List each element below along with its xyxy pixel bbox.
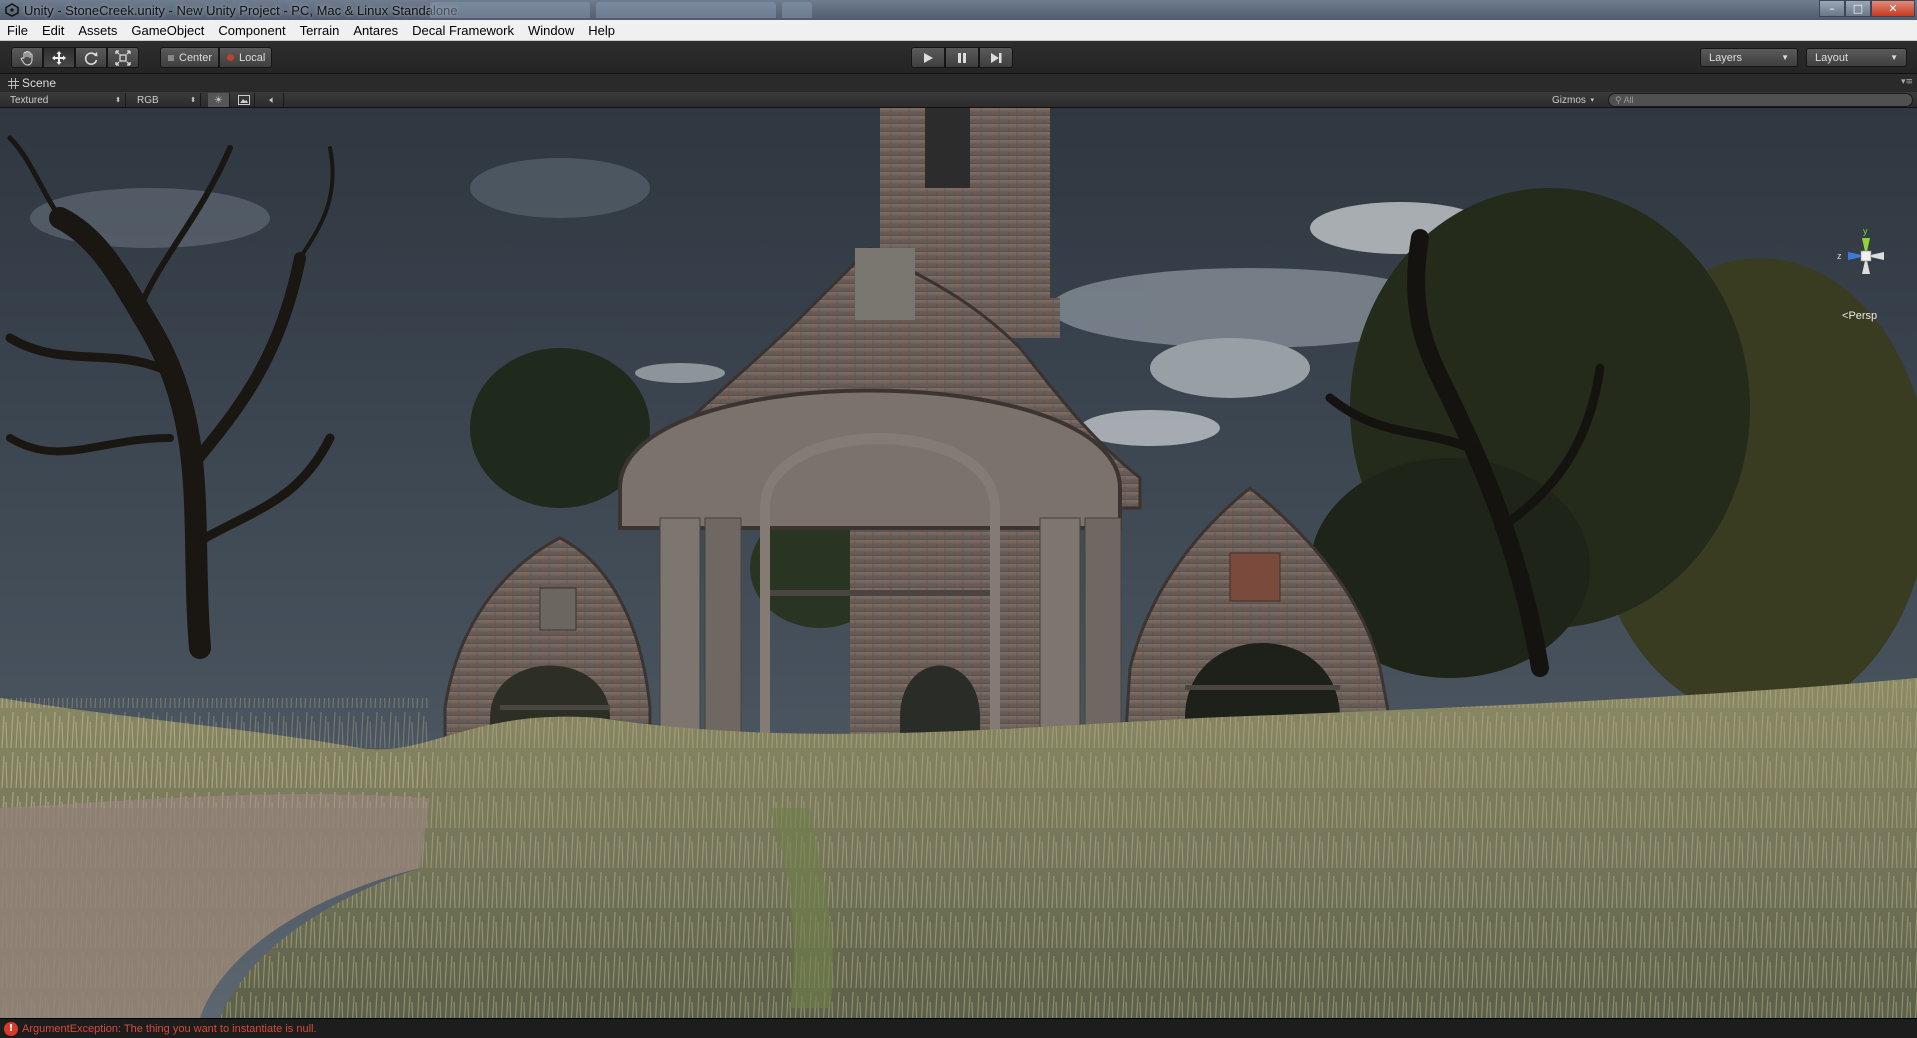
gizmos-label: Gizmos: [1552, 94, 1586, 106]
rotate-tool-button[interactable]: [75, 47, 107, 68]
search-icon: ⚲: [1615, 95, 1622, 105]
orientation-gizmo[interactable]: y z: [1831, 226, 1901, 306]
speaker-icon: 🔈︎: [269, 94, 276, 106]
scene-view-toolbar: Textured ⬍ RGB ⬍ ☀ 🔈︎ Gizmos ▾ ⚲ All: [0, 92, 1917, 108]
pivot-mode-button[interactable]: Center: [160, 47, 220, 68]
updown-arrow-icon: ⬍: [115, 97, 121, 104]
play-icon: [924, 52, 933, 63]
draw-mode-dropdown[interactable]: Textured ⬍: [6, 93, 126, 107]
menu-component[interactable]: Component: [211, 23, 292, 38]
updown-arrow-icon: ⬍: [190, 97, 196, 104]
scale-tool-button[interactable]: [107, 47, 139, 68]
layout-dropdown[interactable]: Layout ▼: [1806, 48, 1907, 67]
scene-tab-bar: Scene ▾≡: [0, 74, 1917, 92]
pause-button[interactable]: [945, 47, 979, 68]
status-bar[interactable]: ! ArgumentException: The thing you want …: [0, 1018, 1917, 1038]
playback-controls: [911, 47, 1013, 68]
transform-tools: [11, 47, 139, 68]
pivot-toggles: Center Local: [160, 47, 273, 68]
menu-assets[interactable]: Assets: [71, 23, 124, 38]
sun-icon: ☀: [214, 94, 223, 106]
menu-window[interactable]: Window: [521, 23, 581, 38]
hand-icon: [20, 50, 33, 66]
layers-label: Layers: [1709, 51, 1743, 64]
scene-search-input[interactable]: ⚲ All: [1608, 93, 1913, 107]
background-taskbar: [430, 2, 812, 18]
tab-scene[interactable]: Scene: [0, 74, 64, 92]
pivot-rotation-label: Local: [239, 51, 266, 64]
menu-antares[interactable]: Antares: [346, 23, 405, 38]
pivot-center-icon: [168, 54, 174, 61]
menu-file[interactable]: File: [0, 23, 35, 38]
layout-label: Layout: [1815, 51, 1849, 64]
draw-mode-label: Textured: [10, 94, 49, 106]
scene-audio-toggle[interactable]: 🔈︎: [262, 93, 284, 107]
rotate-icon: [84, 51, 98, 65]
status-message: ArgumentException: The thing you want to…: [22, 1022, 317, 1035]
axis-y-label: y: [1863, 226, 1868, 236]
tab-scene-label: Scene: [22, 76, 57, 90]
menu-decal-framework[interactable]: Decal Framework: [405, 23, 521, 38]
window-controls: – □ ✕: [1819, 0, 1915, 17]
gizmos-dropdown[interactable]: Gizmos ▾: [1548, 93, 1598, 107]
scene-lighting-toggle[interactable]: ☀: [208, 93, 230, 107]
unity-logo-icon: [4, 2, 20, 18]
hand-tool-button[interactable]: [11, 47, 43, 68]
dropdown-arrow-icon: ▾: [1590, 97, 1594, 104]
scene-viewport[interactable]: y z <Persp: [0, 108, 1917, 1018]
dropdown-arrow-icon: ▼: [1781, 53, 1789, 62]
close-button[interactable]: ✕: [1871, 0, 1915, 17]
menu-help[interactable]: Help: [581, 23, 622, 38]
scene-render: [0, 108, 1917, 1018]
menu-terrain[interactable]: Terrain: [293, 23, 347, 38]
play-button[interactable]: [911, 47, 945, 68]
menu-edit[interactable]: Edit: [35, 23, 71, 38]
search-placeholder: All: [1623, 95, 1634, 105]
scene-fx-toggle[interactable]: [233, 93, 255, 107]
pause-icon: [958, 52, 966, 63]
window-titlebar: Unity - StoneCreek.unity - New Unity Pro…: [0, 0, 1917, 20]
render-mode-dropdown[interactable]: RGB ⬍: [133, 93, 201, 107]
image-icon: [237, 95, 250, 105]
scale-icon: [115, 49, 131, 66]
scene-grid-icon: [8, 77, 19, 89]
local-rotation-icon: [227, 54, 235, 61]
layers-dropdown[interactable]: Layers ▼: [1700, 48, 1798, 67]
projection-label[interactable]: <Persp: [1842, 310, 1877, 322]
maximize-button[interactable]: □: [1845, 0, 1871, 17]
main-toolbar: Center Local Layers ▼ Layout ▼: [0, 41, 1917, 74]
pivot-rotation-button[interactable]: Local: [219, 47, 273, 68]
move-icon: [52, 50, 66, 65]
window-title: Unity - StoneCreek.unity - New Unity Pro…: [24, 2, 458, 18]
dropdown-arrow-icon: ▼: [1890, 53, 1898, 62]
menu-gameobject[interactable]: GameObject: [124, 23, 211, 38]
step-icon: [991, 52, 1002, 63]
move-tool-button[interactable]: [43, 47, 75, 68]
menu-bar: File Edit Assets GameObject Component Te…: [0, 20, 1917, 41]
panel-options-icon[interactable]: ▾≡: [1901, 77, 1913, 87]
pivot-mode-label: Center: [179, 51, 213, 64]
render-mode-label: RGB: [137, 94, 159, 106]
error-icon: !: [4, 1021, 18, 1036]
step-button[interactable]: [979, 47, 1013, 68]
minimize-button[interactable]: –: [1819, 0, 1845, 17]
axis-z-label: z: [1837, 251, 1842, 261]
